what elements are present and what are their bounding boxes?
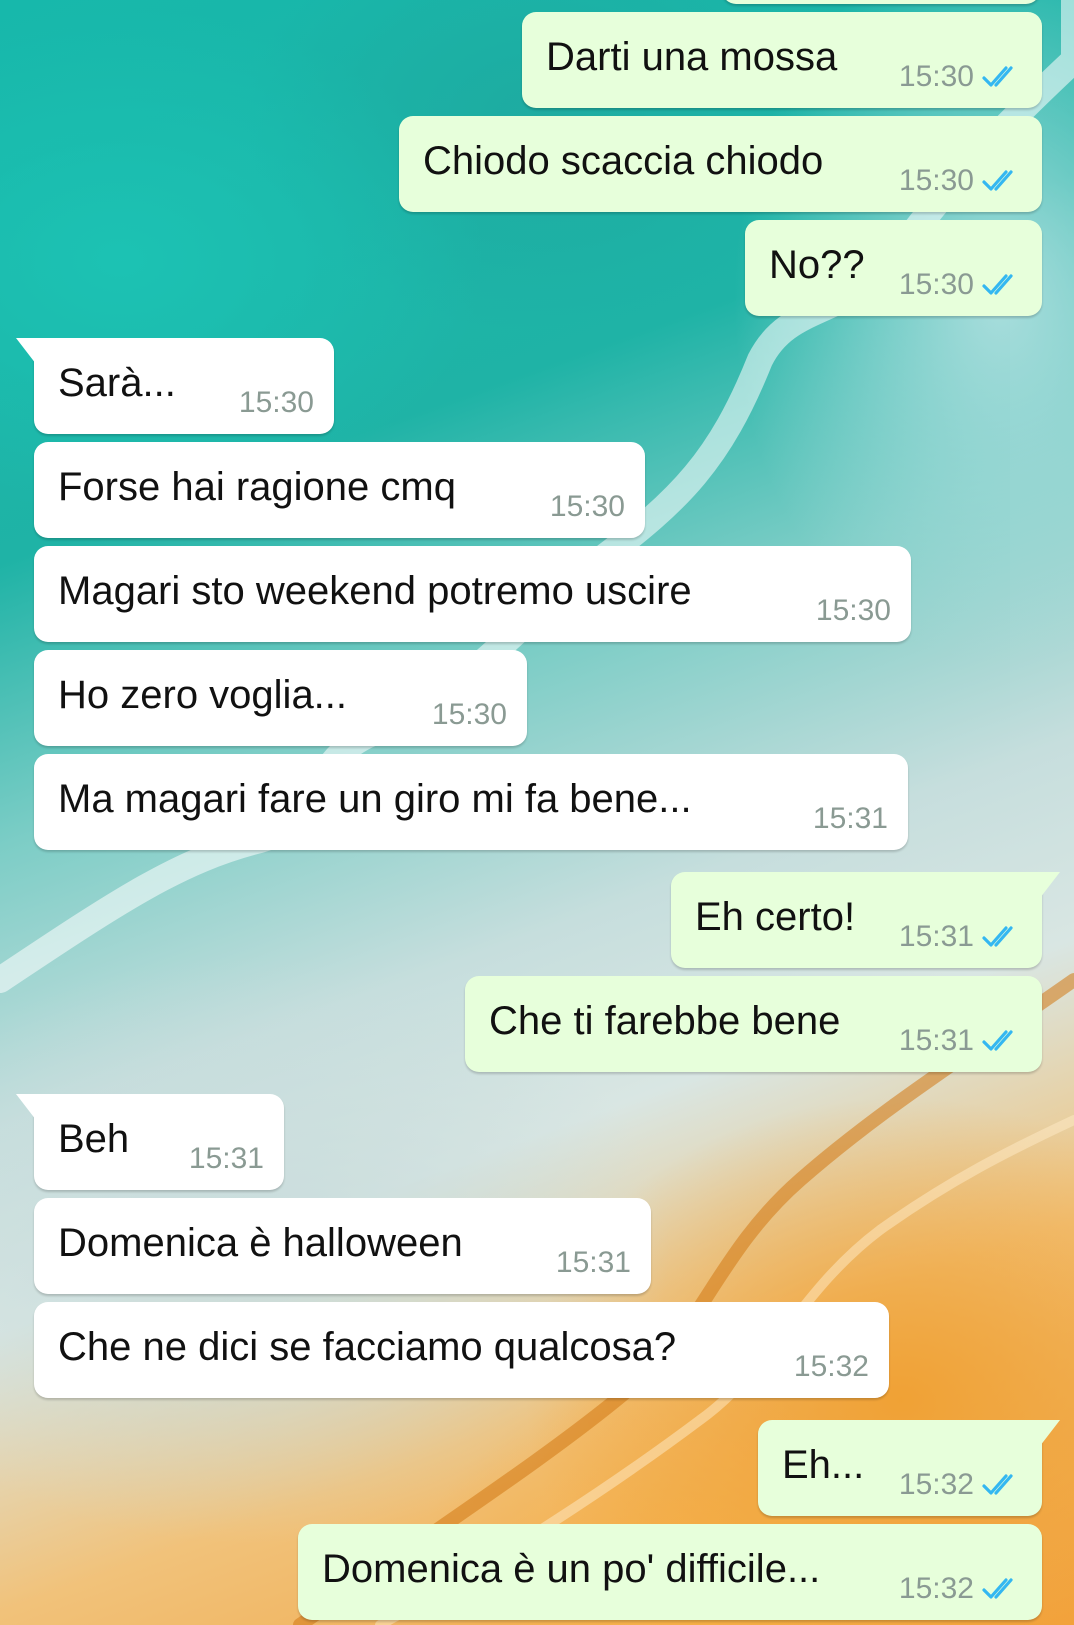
message-time: 15:30 <box>431 698 507 731</box>
incoming-message[interactable]: Ma magari fare un giro mi fa bene... 15:… <box>34 754 908 850</box>
double-check-icon <box>982 1472 1022 1498</box>
incoming-message[interactable]: Domenica è halloween 15:31 <box>34 1198 651 1294</box>
message-text: Eh certo! <box>695 895 856 939</box>
message-text: Forse hai ragione cmq <box>58 465 456 509</box>
message-time: 15:32 <box>898 1572 974 1605</box>
message-text: Domenica è halloween <box>58 1221 463 1265</box>
message-text: Chiodo scaccia chiodo <box>423 139 824 183</box>
double-check-icon <box>982 924 1022 950</box>
message-time: 15:30 <box>898 268 974 301</box>
outgoing-message[interactable]: Eh... 15:32 <box>758 1420 1060 1516</box>
message-time: 15:31 <box>812 802 888 835</box>
message-time: 15:30 <box>815 594 891 627</box>
message-text: Sarà... <box>58 361 176 405</box>
incoming-message[interactable]: Ho zero voglia... 15:30 <box>34 650 527 746</box>
outgoing-message[interactable]: Domenica è un po' difficile... 15:32 <box>298 1524 1042 1620</box>
message-text: Che ti farebbe bene <box>489 999 841 1043</box>
outgoing-message[interactable]: Eh certo! 15:31 <box>671 872 1060 968</box>
message-time: 15:32 <box>793 1350 869 1383</box>
double-check-icon <box>982 1028 1022 1054</box>
incoming-message[interactable]: Magari sto weekend potremo uscire 15:30 <box>34 546 911 642</box>
message-text: Darti una mossa <box>546 35 838 79</box>
message-time: 15:30 <box>898 60 974 93</box>
message-time: 15:31 <box>555 1246 631 1279</box>
outgoing-message[interactable]: Che ti farebbe bene 15:31 <box>465 976 1042 1072</box>
message-text: Domenica è un po' difficile... <box>322 1547 821 1591</box>
outgoing-message[interactable]: No?? 15:30 <box>745 220 1042 316</box>
double-check-icon <box>982 168 1022 194</box>
message-text: Beh <box>58 1117 130 1161</box>
outgoing-message[interactable]: Darti una mossa 15:30 <box>522 12 1042 108</box>
message-time: 15:31 <box>898 920 974 953</box>
double-check-icon <box>982 64 1022 90</box>
message-time: 15:30 <box>238 386 314 419</box>
message-text: Magari sto weekend potremo uscire <box>58 569 692 613</box>
message-time: 15:31 <box>898 1024 974 1057</box>
message-text: Eh... <box>782 1443 865 1487</box>
double-check-icon <box>982 1576 1022 1602</box>
incoming-message[interactable]: Forse hai ragione cmq 15:30 <box>34 442 645 538</box>
message-list[interactable]: Darti una mossa 15:30 Chiodo scaccia chi… <box>0 0 1074 1625</box>
incoming-message[interactable]: Sarà... 15:30 <box>16 338 334 434</box>
outgoing-message[interactable]: Chiodo scaccia chiodo 15:30 <box>399 116 1042 212</box>
double-check-icon <box>982 272 1022 298</box>
incoming-message[interactable]: Beh 15:31 <box>16 1094 284 1190</box>
message-time: 15:31 <box>188 1142 264 1175</box>
message-time: 15:30 <box>898 164 974 197</box>
message-text: Che ne dici se facciamo qualcosa? <box>58 1325 677 1369</box>
message-text: Ma magari fare un giro mi fa bene... <box>58 777 692 821</box>
message-text: Ho zero voglia... <box>58 673 348 717</box>
message-text: No?? <box>769 243 865 287</box>
message-time: 15:30 <box>549 490 625 523</box>
previous-message-bubble-edge <box>722 0 1040 4</box>
message-time: 15:32 <box>898 1468 974 1501</box>
incoming-message[interactable]: Che ne dici se facciamo qualcosa? 15:32 <box>34 1302 889 1398</box>
